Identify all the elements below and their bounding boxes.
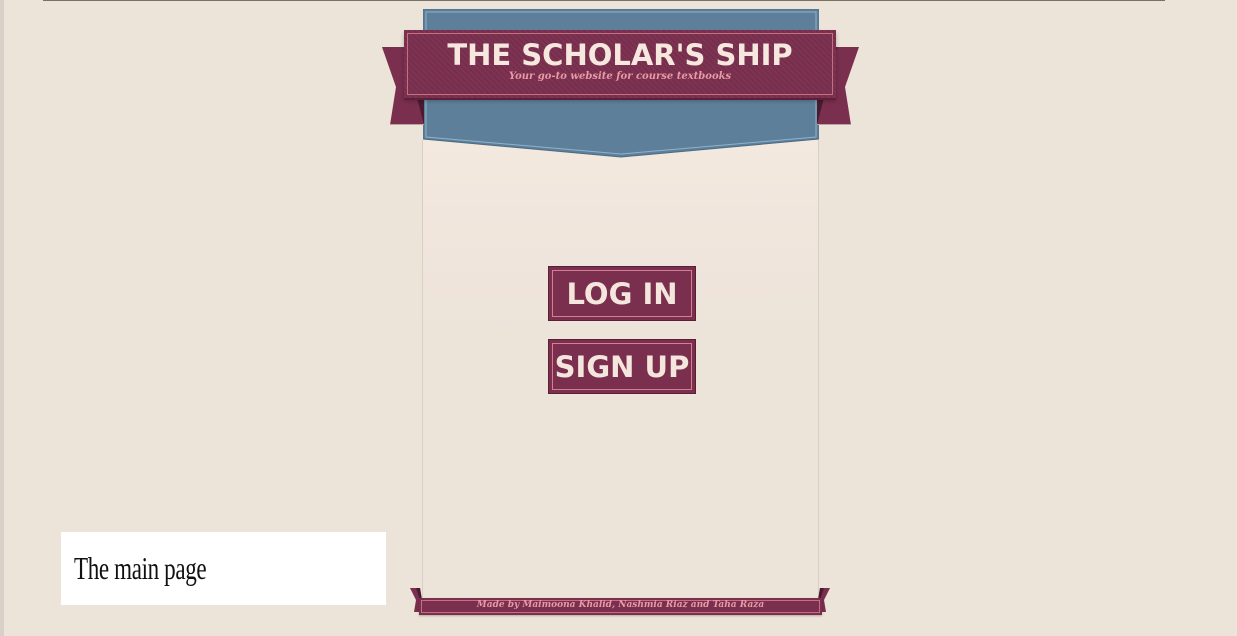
title-ribbon: THE SCHOLAR'S SHIP Your go-to website fo… [404, 30, 836, 98]
login-button-label: LOG IN [552, 270, 692, 317]
signup-button-label: SIGN UP [552, 343, 692, 390]
site-tagline: Your go-to website for course textbooks [508, 71, 732, 82]
site-title: THE SCHOLAR'S SHIP [447, 38, 793, 72]
caption-box: The main page [61, 532, 386, 605]
top-divider [43, 0, 1165, 1]
caption-text: The main page [74, 550, 207, 586]
footer-credits: Made by Maimoona Khalid, Nashmia Riaz an… [476, 600, 765, 610]
login-button[interactable]: LOG IN [548, 266, 696, 321]
signup-button[interactable]: SIGN UP [548, 339, 696, 394]
page-edge [0, 0, 4, 636]
footer-ribbon: Made by Maimoona Khalid, Nashmia Riaz an… [419, 598, 822, 615]
